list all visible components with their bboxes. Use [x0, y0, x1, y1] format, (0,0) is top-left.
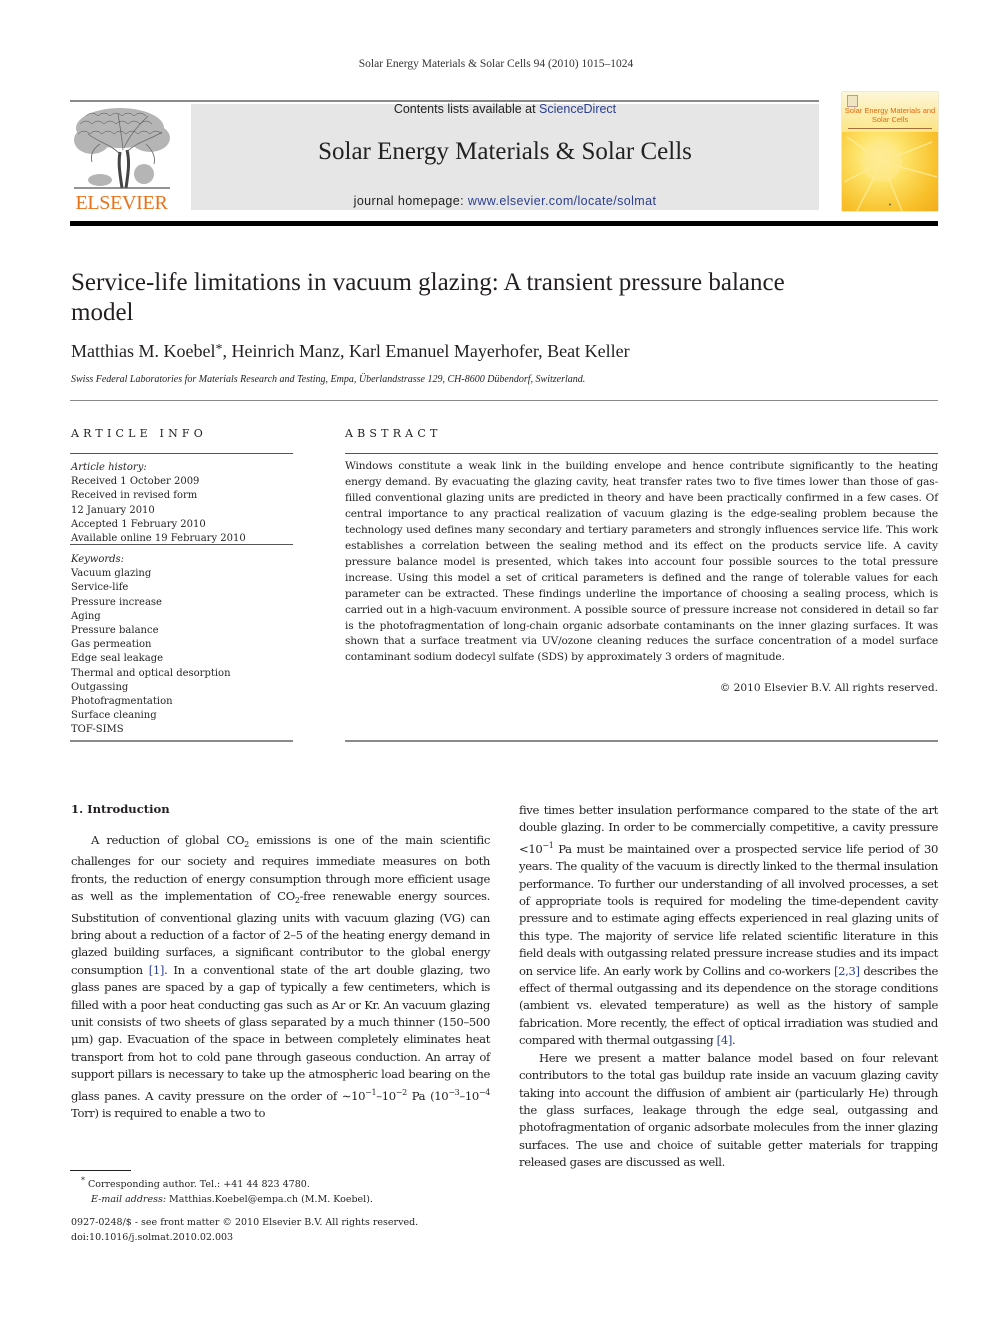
elsevier-wordmark: ELSEVIER: [75, 192, 168, 214]
body-column-left: A reduction of global CO2 emissions is o…: [71, 832, 490, 1123]
history-entry: 12 January 2010: [71, 504, 155, 516]
citation-link[interactable]: [2,3]: [834, 964, 860, 978]
keywords-label: Keywords:: [71, 554, 125, 565]
keyword: Service-life: [71, 582, 129, 594]
footnote-rule: [70, 1170, 131, 1171]
intro-paragraph-1-continued: five times better insulation performance…: [519, 803, 938, 1048]
author[interactable]: Heinrich Manz: [231, 341, 339, 361]
abstract-copyright: © 2010 Elsevier B.V. All rights reserved…: [719, 682, 938, 694]
journal-title: Solar Energy Materials & Solar Cells: [318, 138, 692, 165]
cover-publisher-mark: ▼: [888, 202, 892, 207]
keywords-list: Keywords: Vacuum glazing Service-life Pr…: [71, 553, 293, 738]
keyword: Pressure increase: [71, 596, 162, 608]
keyword: TOF-SIMS: [71, 724, 124, 736]
citation-link[interactable]: [1]: [149, 963, 165, 977]
keyword: Pressure balance: [71, 625, 159, 637]
keyword: Aging: [71, 610, 101, 622]
author[interactable]: Beat Keller: [547, 341, 629, 361]
title-divider: [70, 400, 938, 401]
history-entry: Accepted 1 February 2010: [71, 518, 206, 530]
keyword: Surface cleaning: [71, 710, 157, 722]
body-column-right: five times better insulation performance…: [519, 802, 938, 1172]
keyword: Vacuum glazing: [71, 568, 152, 580]
homepage-link[interactable]: www.elsevier.com/locate/solmat: [468, 194, 656, 208]
contents-availability: Contents lists available at ScienceDirec…: [191, 102, 819, 116]
keyword: Photofragmentation: [71, 696, 173, 708]
keyword: Edge seal leakage: [71, 653, 164, 665]
contents-prefix: Contents lists available at: [393, 102, 540, 116]
email-link[interactable]: Matthias.Koebel@empa.ch (M.M. Koebel).: [166, 1194, 373, 1205]
section-heading-introduction: 1. Introduction: [71, 802, 170, 816]
abstract-heading: ABSTRACT: [345, 427, 442, 440]
history-label: Article history:: [71, 462, 147, 473]
sun-rays-icon: [843, 136, 938, 211]
author-list: Matthias M. Koebel*, Heinrich Manz, Karl…: [71, 341, 630, 361]
corresponding-author-mark[interactable]: *: [215, 342, 222, 357]
cover-subtitle-line: [848, 128, 932, 129]
doi-link[interactable]: doi:10.1016/j.solmat.2010.02.003: [71, 1231, 501, 1246]
citation-link[interactable]: [4]: [717, 1033, 733, 1047]
corresponding-author-footnote: * Corresponding author. Tel.: +41 44 823…: [81, 1176, 373, 1205]
article-info-heading: ARTICLE INFO: [71, 427, 207, 440]
history-entry: Received in revised form: [71, 490, 198, 502]
author[interactable]: Matthias M. Koebel: [71, 341, 215, 361]
cover-title: Solar Energy Materials and Solar Cells: [844, 106, 936, 124]
sciencedirect-link[interactable]: ScienceDirect: [539, 102, 616, 116]
homepage-prefix: journal homepage:: [353, 194, 468, 208]
running-head: Solar Energy Materials & Solar Cells 94 …: [358, 58, 634, 70]
article-info-bottom-rule: [70, 740, 293, 742]
abstract-rule: [345, 453, 938, 454]
keyword: Outgassing: [71, 681, 129, 693]
journal-homepage: journal homepage: www.elsevier.com/locat…: [191, 194, 819, 208]
article-history: Article history: Received 1 October 2009…: [71, 461, 293, 546]
keyword: Gas permeation: [71, 639, 152, 651]
keyword: Thermal and optical desorption: [71, 667, 231, 679]
issn-line: 0927-0248/$ - see front matter © 2010 El…: [71, 1217, 419, 1228]
intro-paragraph-1: A reduction of global CO2 emissions is o…: [71, 833, 491, 1121]
elsevier-tree-icon: [74, 108, 170, 189]
history-keywords-rule: [70, 544, 293, 545]
header-thick-rule: [70, 221, 938, 226]
history-entry: Received 1 October 2009: [71, 476, 200, 488]
author-affiliation: Swiss Federal Laboratories for Materials…: [71, 374, 586, 385]
abstract-text: Windows constitute a weak link in the bu…: [345, 460, 938, 664]
article-info-rule: [70, 453, 293, 454]
elsevier-logo[interactable]: ELSEVIER: [70, 104, 173, 214]
article-title: Service-life limitations in vacuum glazi…: [71, 269, 785, 326]
publication-meta: 0927-0248/$ - see front matter © 2010 El…: [71, 1216, 501, 1245]
abstract-bottom-rule: [345, 740, 938, 742]
author[interactable]: Karl Emanuel Mayerhofer: [349, 341, 538, 361]
journal-banner: Contents lists available at ScienceDirec…: [191, 102, 819, 210]
journal-cover-image[interactable]: Solar Energy Materials and Solar Cells ▼: [842, 92, 938, 211]
intro-paragraph-2: Here we present a matter balance model b…: [519, 1050, 938, 1170]
